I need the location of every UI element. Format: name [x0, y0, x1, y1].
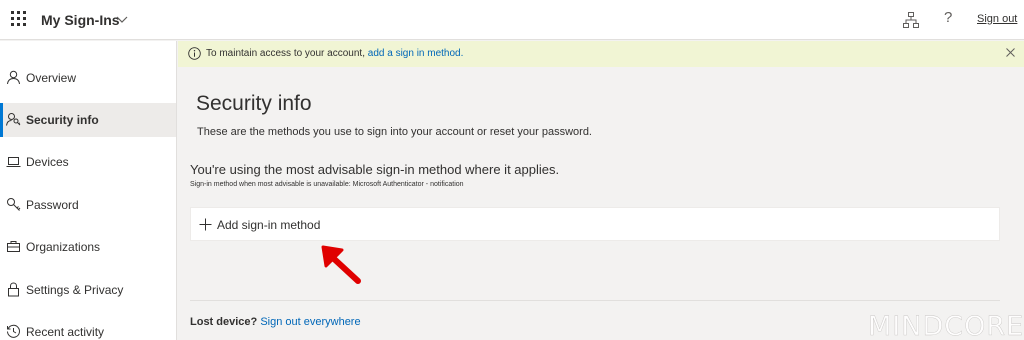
sidebar-item-label: Recent activity	[26, 325, 105, 339]
annotation-arrow-icon	[321, 245, 361, 284]
sidebar-item-label: Devices	[26, 155, 69, 169]
banner-message: To maintain access to your account, add …	[206, 48, 463, 59]
page-subtitle: These are the methods you use to sign in…	[197, 126, 592, 138]
close-icon[interactable]	[1005, 47, 1016, 58]
add-sign-in-method-link[interactable]: add a sign in method.	[368, 48, 464, 59]
sidebar: Overview Security info Devices Password …	[0, 41, 177, 340]
person-icon	[7, 70, 20, 85]
sidebar-item-recent-activity[interactable]: Recent activity	[0, 315, 176, 340]
organization-icon[interactable]	[902, 11, 920, 29]
history-icon	[7, 324, 20, 338]
sidebar-item-settings-privacy[interactable]: Settings & Privacy	[0, 273, 176, 307]
page-title: Security info	[196, 92, 312, 115]
sidebar-item-overview[interactable]: Overview	[0, 61, 176, 95]
advisable-method-note: Sign-in method when most advisable is un…	[190, 181, 464, 188]
sign-out-everywhere-link[interactable]: Sign out everywhere	[260, 316, 360, 328]
top-header: My Sign-Ins ? Sign out	[0, 0, 1024, 40]
help-icon[interactable]: ?	[944, 9, 952, 26]
person-key-icon	[6, 113, 21, 126]
lost-device-row: Lost device? Sign out everywhere	[190, 316, 361, 328]
add-sign-in-method-button[interactable]: Add sign-in method	[190, 207, 1000, 241]
sidebar-item-security-info[interactable]: Security info	[0, 103, 176, 137]
sidebar-item-devices[interactable]: Devices	[0, 145, 176, 179]
lost-device-question: Lost device?	[190, 316, 258, 328]
sidebar-item-label: Settings & Privacy	[26, 283, 124, 297]
advisable-method-text: You're using the most advisable sign-in …	[190, 162, 560, 177]
chevron-down-icon[interactable]	[116, 12, 128, 26]
info-icon	[188, 47, 201, 60]
app-launcher-icon[interactable]	[11, 11, 27, 27]
plus-icon	[199, 218, 212, 231]
section-divider	[190, 300, 1000, 301]
watermark-logo: MINDCORE	[868, 311, 1024, 340]
notification-banner: To maintain access to your account, add …	[178, 41, 1024, 67]
lock-icon	[8, 282, 19, 297]
banner-text: To maintain access to your account,	[206, 48, 365, 59]
sign-out-link[interactable]: Sign out	[977, 13, 1017, 25]
app-title[interactable]: My Sign-Ins	[41, 12, 120, 28]
sidebar-item-password[interactable]: Password	[0, 188, 176, 222]
sidebar-item-label: Organizations	[26, 240, 101, 254]
sidebar-item-label: Overview	[26, 71, 77, 85]
sidebar-item-label: Security info	[26, 113, 99, 127]
laptop-icon	[6, 157, 21, 167]
add-sign-in-method-label: Add sign-in method	[217, 218, 321, 232]
briefcase-icon	[7, 241, 20, 252]
sidebar-item-label: Password	[26, 198, 79, 212]
sidebar-item-organizations[interactable]: Organizations	[0, 230, 176, 264]
key-icon	[7, 198, 21, 211]
